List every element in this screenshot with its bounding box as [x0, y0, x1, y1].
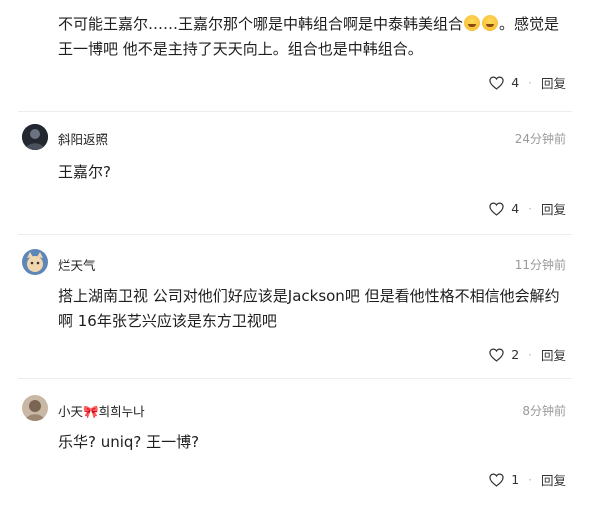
comment-feed: 不可能王嘉尔……王嘉尔那个哪是中韩组合啊是中泰韩美组合 。感觉是王一博吧 他不是主…: [0, 0, 592, 511]
separator: ·: [528, 201, 532, 216]
reply-button[interactable]: 回复: [541, 345, 566, 364]
avatar[interactable]: [22, 249, 48, 275]
comment-actions: 4 · 回复: [489, 73, 566, 92]
avatar-image: [22, 124, 48, 150]
avatar[interactable]: [22, 395, 48, 421]
like-count: 4: [511, 75, 520, 90]
reply-button[interactable]: 回复: [541, 199, 566, 218]
separator: ·: [528, 347, 532, 362]
heart-icon: [489, 347, 504, 362]
laugh-cry-emoji: [482, 15, 499, 31]
heart-icon: [489, 472, 504, 487]
comment-text: 乐华? uniq? 王一博?: [58, 433, 200, 451]
timestamp: 8分钟前: [522, 404, 566, 418]
timestamp: 24分钟前: [514, 132, 566, 146]
divider: [18, 111, 572, 112]
username[interactable]: 斜阳返照: [58, 129, 108, 148]
reply-button[interactable]: 回复: [541, 73, 566, 92]
comment-text: 王嘉尔?: [58, 163, 111, 181]
timestamp: 11分钟前: [514, 258, 566, 272]
comment-text: 不可能王嘉尔……王嘉尔那个哪是中韩组合啊是中泰韩美组合 。感觉是王一博吧 他不是主…: [58, 15, 560, 58]
avatar-image: [22, 395, 48, 421]
comment-text: 搭上湖南卫视 公司对他们好应该是Jackson吧 但是看他性格不相信他会解约啊 …: [58, 287, 560, 330]
reply-button[interactable]: 回复: [541, 470, 566, 489]
comment-actions: 2 · 回复: [489, 345, 566, 364]
like-button[interactable]: 2: [489, 347, 519, 362]
avatar-image: [22, 249, 48, 275]
separator: ·: [528, 75, 532, 90]
divider: [18, 234, 572, 235]
like-count: 1: [511, 472, 520, 487]
heart-icon: [489, 75, 504, 90]
laugh-cry-emoji: [464, 15, 481, 31]
separator: ·: [528, 472, 532, 487]
like-button[interactable]: 1: [489, 472, 519, 487]
avatar[interactable]: [22, 124, 48, 150]
comment-actions: 1 · 回复: [489, 470, 566, 489]
like-button[interactable]: 4: [489, 75, 519, 90]
comment-actions: 4 · 回复: [489, 199, 566, 218]
like-button[interactable]: 4: [489, 201, 519, 216]
username[interactable]: 烂天气: [58, 255, 96, 274]
username[interactable]: 小天🎀희희누나: [58, 401, 145, 420]
like-count: 2: [511, 347, 520, 362]
divider: [18, 378, 572, 379]
like-count: 4: [511, 201, 520, 216]
heart-icon: [489, 201, 504, 216]
